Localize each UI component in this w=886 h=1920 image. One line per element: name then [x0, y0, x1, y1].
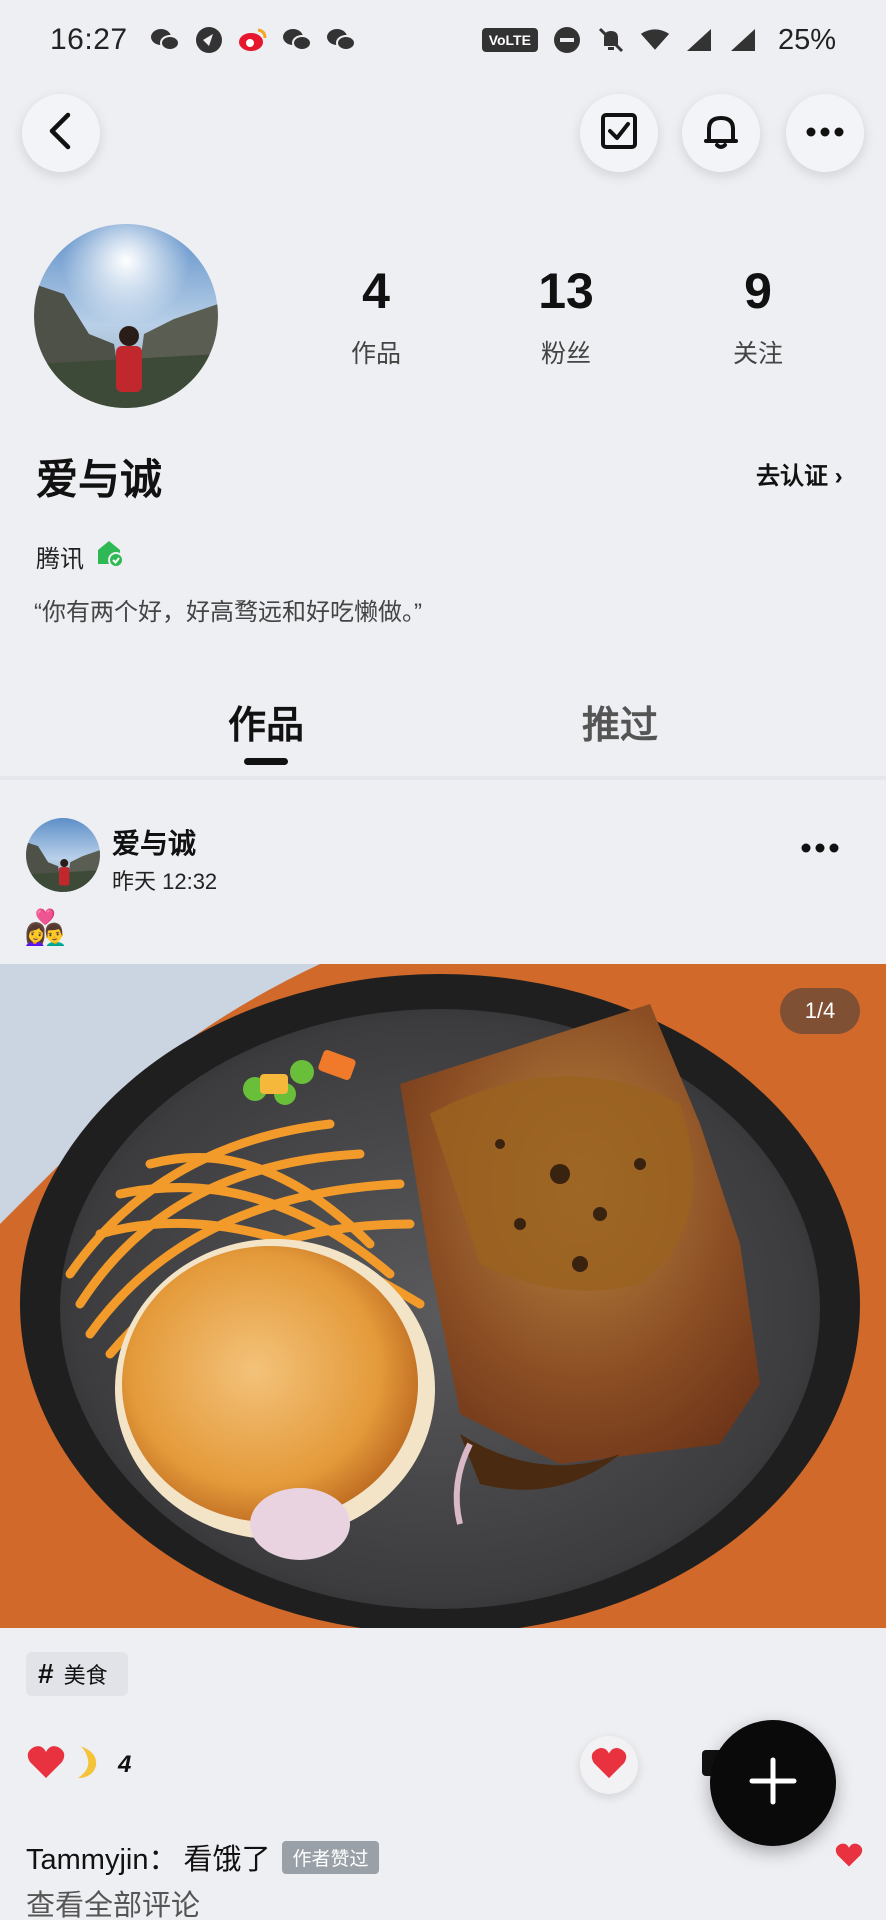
dnd-icon [552, 27, 582, 53]
verify-link[interactable]: 去认证 › [756, 456, 843, 491]
moon-reaction-icon [74, 1744, 100, 1785]
checkin-button[interactable] [580, 94, 658, 172]
stat-following-count: 9 [744, 263, 772, 319]
comment-preview[interactable]: Tammyjin： 看饿了 作者赞过 [26, 1836, 379, 1878]
app-notification-icon [194, 27, 224, 53]
comment-like-icon[interactable] [834, 1842, 864, 1873]
comment-author: Tammyjin： [26, 1844, 178, 1876]
author-liked-badge: 作者赞过 [282, 1840, 379, 1874]
stat-following[interactable]: 9 关注 [688, 262, 828, 370]
wechat-icon [282, 27, 312, 53]
photo-page-indicator: 1/4 [780, 988, 860, 1034]
create-post-button[interactable] [710, 1720, 836, 1846]
view-all-comments-link[interactable]: 查看全部评论 [26, 1882, 200, 1920]
post-more-button[interactable] [800, 840, 840, 858]
profile-org: 腾讯 [36, 538, 124, 575]
heart-reaction-icon [26, 1744, 66, 1785]
tab-active-indicator [244, 758, 288, 765]
reaction-count: 4 [118, 1750, 132, 1778]
notification-icons [150, 27, 356, 53]
weibo-icon [238, 27, 268, 53]
heart-icon [590, 1746, 628, 1785]
wifi-icon [640, 27, 670, 53]
comment-text: 看饿了 [183, 1844, 271, 1876]
stat-followers-count: 13 [538, 263, 594, 319]
chevron-left-icon [46, 112, 76, 155]
reaction-summary[interactable]: 4 [26, 1744, 131, 1785]
divider [0, 776, 886, 780]
checkbox-icon [600, 112, 638, 155]
volte-icon: VoLTE [481, 28, 538, 52]
more-dots-icon [800, 840, 840, 857]
post-content-emoji: 👩‍❤️‍👨 [24, 909, 67, 947]
post-photo[interactable] [0, 964, 886, 1628]
mute-icon [596, 27, 626, 53]
topic-tag-label: 美食 [63, 1663, 108, 1688]
more-dots-icon [805, 124, 845, 142]
hashtag-icon: # [38, 1658, 54, 1689]
status-time: 16:27 [50, 23, 128, 56]
signal-icon [728, 27, 758, 53]
stat-following-label: 关注 [732, 340, 783, 368]
wechat-icon [326, 27, 356, 53]
notifications-button[interactable] [682, 94, 760, 172]
signal-icon [684, 27, 714, 53]
post-author-avatar[interactable] [26, 818, 100, 892]
battery-percent: 25% [777, 23, 836, 56]
stat-works-count: 4 [362, 263, 390, 319]
verified-badge-icon [94, 538, 124, 575]
status-bar: 16:27 VoLTE 25% [0, 0, 886, 80]
system-icons: VoLTE 25% [481, 23, 836, 57]
plus-icon [748, 1756, 798, 1811]
back-button[interactable] [22, 94, 100, 172]
org-name: 腾讯 [36, 546, 84, 573]
more-options-button[interactable] [786, 94, 864, 172]
profile-name: 爱与诚 [36, 456, 163, 503]
profile-avatar[interactable] [34, 224, 218, 408]
tab-liked[interactable]: 推过 [582, 694, 658, 749]
like-button[interactable] [580, 1736, 638, 1794]
stat-followers[interactable]: 13 粉丝 [496, 262, 636, 370]
bell-icon [701, 111, 741, 156]
stat-works-label: 作品 [350, 340, 401, 368]
stat-works[interactable]: 4 作品 [306, 262, 446, 370]
post-timestamp: 昨天 12:32 [112, 869, 218, 894]
wechat-icon [150, 27, 180, 53]
tab-works[interactable]: 作品 [228, 694, 304, 749]
stat-followers-label: 粉丝 [540, 340, 591, 368]
topic-tag[interactable]: # 美食 [26, 1652, 128, 1696]
profile-bio: “你有两个好，好高骛远和好吃懒做。” [34, 599, 422, 626]
post-author-name[interactable]: 爱与诚 [112, 822, 196, 862]
